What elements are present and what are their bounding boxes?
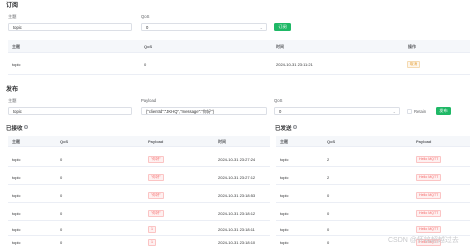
sent-topic: topic xyxy=(280,240,289,245)
received-time: 2024-10-31 23:18:53 xyxy=(218,193,256,198)
info-icon[interactable]: i xyxy=(293,125,297,129)
divider xyxy=(8,166,270,167)
retain-checkbox[interactable] xyxy=(407,108,412,114)
subscribe-qos-select[interactable]: 0 ⌄ xyxy=(141,23,267,31)
publish-qos-label: QoS xyxy=(274,98,283,103)
received-qos: 0 xyxy=(60,175,63,180)
sent-qos: 0 xyxy=(327,211,330,216)
unsubscribe-button[interactable]: 取消 xyxy=(407,61,421,68)
chevron-down-icon: ⌄ xyxy=(259,25,263,30)
subscription-table-header xyxy=(8,40,470,52)
publish-topic-input[interactable]: topic xyxy=(8,107,132,115)
subscribe-qos-label: QoS xyxy=(141,14,150,19)
received-qos: 0 xyxy=(60,193,63,198)
subscription-time: 2024-10-31 23:11:21 xyxy=(276,62,313,67)
sent-title: 已发送 xyxy=(275,126,292,132)
sent-qos: 2 xyxy=(327,157,330,162)
subscribe-title: 订阅 xyxy=(6,3,19,9)
received-qos: 0 xyxy=(60,240,63,245)
received-payload: "你好" xyxy=(148,192,164,199)
subscribe-button[interactable]: 订阅 xyxy=(274,23,291,31)
publish-payload-input[interactable]: {"clientId":"JKHQ","message":"你好"} xyxy=(141,107,267,115)
sent-topic: topic xyxy=(280,193,289,198)
sent-topic: topic xyxy=(280,175,289,180)
subscribe-topic-input[interactable]: topic xyxy=(8,23,132,31)
publish-payload-label: Payload xyxy=(141,98,157,103)
received-time: 2024-10-31 23:18:11 xyxy=(218,227,255,232)
publish-qos-select[interactable]: 0 ⌄ xyxy=(274,107,400,115)
divider xyxy=(276,146,470,147)
sent-payload: Hello MQTT xyxy=(416,226,442,233)
divider xyxy=(276,184,470,185)
publish-topic-label: 主题 xyxy=(8,98,17,103)
received-topic: topic xyxy=(12,193,21,198)
received-topic: topic xyxy=(12,175,21,180)
divider xyxy=(8,235,270,236)
divider xyxy=(8,74,470,75)
subscription-col-action: 操作 xyxy=(408,44,416,49)
subscription-col-time: 时间 xyxy=(276,44,284,49)
subscription-col-qos: QoS xyxy=(144,44,153,49)
divider xyxy=(276,220,470,221)
info-icon[interactable]: i xyxy=(24,125,28,129)
retain-label: Retain xyxy=(414,108,427,114)
received-qos: 0 xyxy=(60,157,63,162)
received-payload: 1 xyxy=(148,239,156,246)
chevron-down-icon: ⌄ xyxy=(392,109,396,114)
received-time: 2024-10-31 23:18:10 xyxy=(218,240,256,245)
sent-topic: topic xyxy=(280,157,289,162)
subscription-qos: 0 xyxy=(144,62,147,67)
sent-table-header xyxy=(276,136,470,146)
subscription-col-topic: 主题 xyxy=(12,44,20,49)
sent-payload: Hello MQTT xyxy=(416,174,442,181)
received-topic: topic xyxy=(12,157,21,162)
divider xyxy=(276,166,470,167)
divider xyxy=(8,52,470,53)
publish-qos-value: 0 xyxy=(279,109,282,114)
received-topic: topic xyxy=(12,211,21,216)
received-time: 2024-10-31 23:27:12 xyxy=(218,175,256,180)
subscribe-topic-label: 主题 xyxy=(8,14,17,19)
sent-qos: 0 xyxy=(327,227,330,232)
divider xyxy=(8,146,270,147)
received-payload: "你好" xyxy=(148,156,164,163)
sent-col-payload: Payload xyxy=(416,139,432,144)
received-table-header xyxy=(8,136,270,146)
received-payload: 1 xyxy=(148,226,156,233)
divider xyxy=(276,202,470,203)
received-qos: 0 xyxy=(60,211,63,216)
divider xyxy=(8,184,270,185)
received-title: 已接收 xyxy=(6,126,23,132)
sent-payload: Hello MQTT xyxy=(416,156,442,163)
received-payload: "你好" xyxy=(148,174,164,181)
sent-col-topic: 主题 xyxy=(280,139,288,144)
received-payload: "你好" xyxy=(148,210,164,217)
divider xyxy=(8,202,270,203)
received-time: 2024-10-31 23:27:24 xyxy=(218,157,256,162)
received-topic: topic xyxy=(12,227,21,232)
sent-payload: Hello MQTT xyxy=(416,210,442,217)
sent-qos: 0 xyxy=(327,193,330,198)
received-topic: topic xyxy=(12,240,21,245)
received-time: 2024-10-31 23:18:12 xyxy=(218,211,256,216)
sent-topic: topic xyxy=(280,227,289,232)
publish-button[interactable]: 发布 xyxy=(436,107,451,115)
sent-payload: Hello MQTT xyxy=(416,192,442,199)
sent-col-qos: QoS xyxy=(327,139,336,144)
subscription-topic: topic xyxy=(12,62,21,67)
watermark: CSDN @怀铭超越过去 xyxy=(388,237,459,244)
divider xyxy=(8,220,270,221)
sent-topic: topic xyxy=(280,211,289,216)
sent-qos: 2 xyxy=(327,175,330,180)
received-col-qos: QoS xyxy=(60,139,69,144)
received-col-payload: Payload xyxy=(148,139,164,144)
received-col-topic: 主题 xyxy=(12,139,20,144)
received-qos: 0 xyxy=(60,227,63,232)
received-col-time: 时间 xyxy=(218,139,226,144)
sent-qos: 0 xyxy=(327,240,330,245)
publish-title: 发布 xyxy=(6,87,19,93)
subscribe-qos-value: 0 xyxy=(146,25,149,30)
